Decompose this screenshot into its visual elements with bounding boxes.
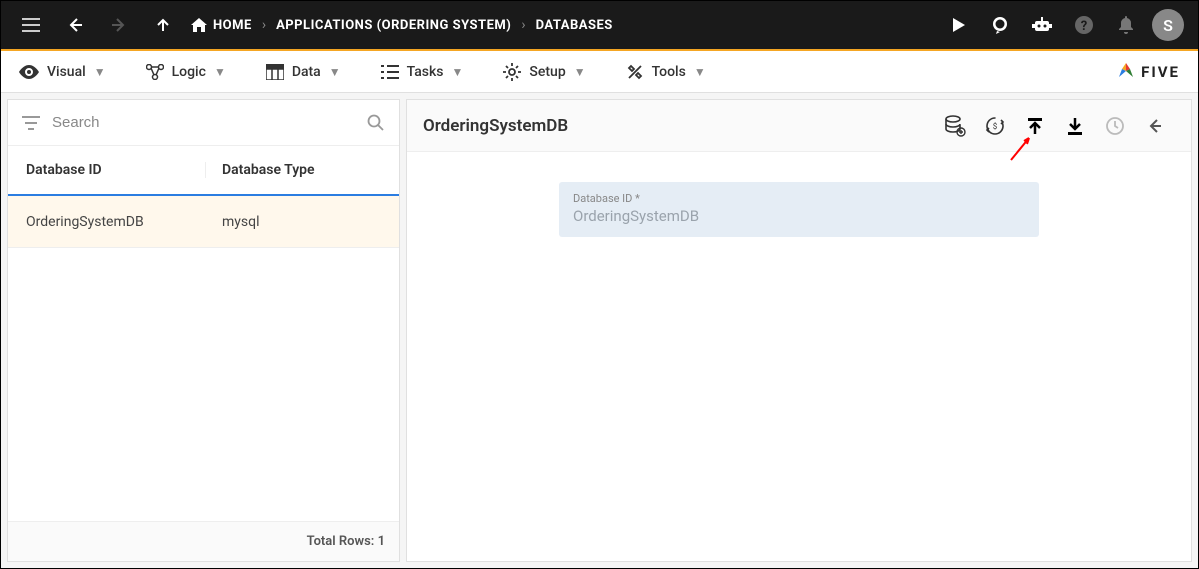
arrow-left-icon xyxy=(1146,117,1164,135)
table-row[interactable]: OrderingSystemDB mysql xyxy=(8,196,399,248)
chevron-right-icon: › xyxy=(521,17,525,33)
list-panel: Database ID Database Type OrderingSystem… xyxy=(7,99,400,562)
topbar: HOME › APPLICATIONS (ORDERING SYSTEM) › … xyxy=(1,1,1198,51)
search-row xyxy=(8,100,399,146)
new-database-button[interactable] xyxy=(935,106,975,146)
menu-setup-label: Setup xyxy=(529,64,565,80)
forward-icon xyxy=(103,9,135,41)
download-icon xyxy=(1065,116,1085,136)
chevron-down-icon: ▼ xyxy=(574,65,586,79)
database-id-field[interactable]: Database ID * OrderingSystemDB xyxy=(559,182,1039,237)
menu-tools[interactable]: Tools ▼ xyxy=(626,63,706,81)
database-plus-icon xyxy=(944,115,966,137)
menu-logic-label: Logic xyxy=(172,64,206,80)
gear-icon xyxy=(503,63,521,81)
clock-icon xyxy=(1105,116,1125,136)
avatar-initial: S xyxy=(1163,16,1173,35)
tasks-icon xyxy=(381,64,399,80)
table-icon xyxy=(266,64,284,80)
bell-icon[interactable] xyxy=(1110,9,1142,41)
up-icon[interactable] xyxy=(147,9,179,41)
svg-text:$: $ xyxy=(993,122,998,131)
menu-setup[interactable]: Setup ▼ xyxy=(503,63,585,81)
brand-logo: FIVE xyxy=(1115,61,1180,83)
search-input[interactable] xyxy=(52,114,355,131)
detail-header: OrderingSystemDB $ xyxy=(407,100,1191,152)
menu-icon[interactable] xyxy=(15,9,47,41)
breadcrumb-app[interactable]: APPLICATIONS (ORDERING SYSTEM) xyxy=(276,18,511,33)
logic-icon xyxy=(146,64,164,80)
home-icon xyxy=(191,18,207,32)
upload-icon xyxy=(1025,116,1045,136)
breadcrumb: HOME › APPLICATIONS (ORDERING SYSTEM) › … xyxy=(191,17,930,33)
form-area: Database ID * OrderingSystemDB xyxy=(407,152,1191,267)
chevron-down-icon: ▼ xyxy=(329,65,341,79)
brand-label: FIVE xyxy=(1141,63,1180,81)
chevron-right-icon: › xyxy=(262,17,266,33)
export-button[interactable] xyxy=(1055,106,1095,146)
back-icon[interactable] xyxy=(59,9,91,41)
footer-count: 1 xyxy=(378,534,385,549)
table-header: Database ID Database Type xyxy=(8,146,399,196)
footer-label: Total Rows: xyxy=(307,534,375,549)
table-footer: Total Rows: 1 xyxy=(8,521,399,561)
breadcrumb-home[interactable]: HOME xyxy=(191,18,252,33)
detail-panel: OrderingSystemDB $ Database ID * xyxy=(406,99,1192,562)
bot-icon[interactable] xyxy=(1026,9,1058,41)
cell-database-type: mysql xyxy=(206,214,381,230)
col-database-id[interactable]: Database ID xyxy=(26,162,206,178)
detail-title: OrderingSystemDB xyxy=(423,116,935,136)
field-value: OrderingSystemDB xyxy=(573,207,1025,225)
chevron-down-icon: ▼ xyxy=(694,65,706,79)
filter-icon[interactable] xyxy=(22,116,40,130)
menu-data[interactable]: Data ▼ xyxy=(266,64,341,80)
chevron-down-icon: ▼ xyxy=(214,65,226,79)
help-icon[interactable]: ? xyxy=(1068,9,1100,41)
menu-tasks[interactable]: Tasks ▼ xyxy=(381,64,464,80)
sync-icon: $ xyxy=(984,115,1006,137)
search-icon[interactable] xyxy=(367,114,385,132)
col-database-type[interactable]: Database Type xyxy=(206,162,381,178)
menubar: Visual ▼ Logic ▼ Data ▼ Tasks ▼ Setup ▼ … xyxy=(1,51,1198,93)
breadcrumb-home-label: HOME xyxy=(213,18,252,33)
back-button[interactable] xyxy=(1135,106,1175,146)
menu-visual-label: Visual xyxy=(47,64,86,80)
brand-icon xyxy=(1115,61,1137,83)
chevron-down-icon: ▼ xyxy=(452,65,464,79)
chat-icon[interactable] xyxy=(984,9,1016,41)
avatar[interactable]: S xyxy=(1152,9,1184,41)
eye-icon xyxy=(19,65,39,79)
body: Database ID Database Type OrderingSystem… xyxy=(1,93,1198,568)
breadcrumb-section[interactable]: DATABASES xyxy=(536,18,613,33)
svg-text:?: ? xyxy=(1081,19,1087,34)
chevron-down-icon: ▼ xyxy=(94,65,106,79)
play-icon[interactable] xyxy=(942,9,974,41)
menu-visual[interactable]: Visual ▼ xyxy=(19,64,106,80)
import-button[interactable] xyxy=(1015,106,1055,146)
cell-database-id: OrderingSystemDB xyxy=(26,214,206,230)
topbar-right: ? S xyxy=(942,9,1184,41)
sync-button[interactable]: $ xyxy=(975,106,1015,146)
history-button[interactable] xyxy=(1095,106,1135,146)
menu-tools-label: Tools xyxy=(652,64,686,80)
menu-tasks-label: Tasks xyxy=(407,64,444,80)
menu-logic[interactable]: Logic ▼ xyxy=(146,64,226,80)
field-label: Database ID * xyxy=(573,192,1025,205)
menu-data-label: Data xyxy=(292,64,321,80)
tools-icon xyxy=(626,63,644,81)
